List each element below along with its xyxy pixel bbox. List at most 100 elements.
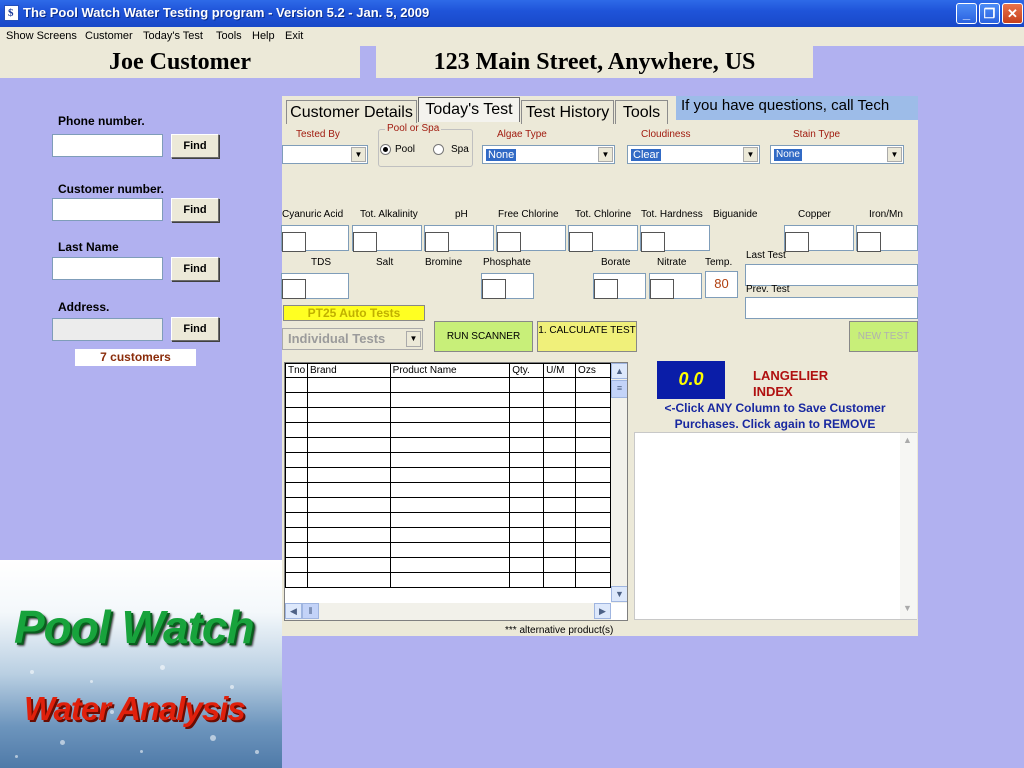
table-row[interactable]	[285, 377, 611, 393]
chevron-down-icon[interactable]: ▼	[887, 147, 902, 162]
table-row[interactable]	[285, 557, 611, 573]
last-test-field[interactable]	[745, 264, 918, 286]
close-button[interactable]: ✕	[1002, 3, 1023, 24]
address-input[interactable]	[52, 318, 163, 341]
cyanuric-acid-value[interactable]	[282, 232, 306, 252]
spa-radio[interactable]	[433, 144, 444, 155]
col-brand[interactable]: Brand	[306, 363, 391, 378]
col-ozs[interactable]: Ozs	[575, 363, 611, 378]
pool-watch-logo: Pool Watch Water Analysis	[0, 560, 282, 768]
scroll-up-icon[interactable]: ▲	[903, 435, 912, 445]
tab-todays-test[interactable]: Today's Test	[418, 97, 520, 122]
tested-by-select[interactable]: ▼	[282, 145, 368, 164]
minimize-button[interactable]: _	[956, 3, 977, 24]
table-row[interactable]	[285, 542, 611, 558]
individual-tests-label: Individual Tests	[288, 331, 386, 346]
chevron-down-icon[interactable]: ▼	[598, 147, 613, 162]
calculate-test-button[interactable]: 1. CALCULATE TEST	[537, 321, 637, 352]
table-row[interactable]	[285, 482, 611, 498]
chevron-down-icon[interactable]: ▼	[351, 147, 366, 162]
menu-show-screens[interactable]: Show Screens	[6, 30, 77, 42]
table-row[interactable]	[285, 527, 611, 543]
prev-test-field[interactable]	[745, 297, 918, 319]
table-row[interactable]	[285, 437, 611, 453]
nitrate-value[interactable]	[650, 279, 674, 299]
customer-number-label: Customer number.	[58, 182, 165, 196]
table-row[interactable]	[285, 497, 611, 513]
table-row[interactable]	[285, 407, 611, 423]
ph-value[interactable]	[425, 232, 449, 252]
find-lastname-button[interactable]: Find	[171, 257, 219, 281]
cloudiness-select[interactable]: Clear ▼	[627, 145, 760, 164]
scroll-up-icon[interactable]: ▲	[611, 363, 627, 379]
new-test-button[interactable]: NEW TEST	[849, 321, 918, 352]
borate-label: Borate	[601, 257, 631, 268]
scroll-left-icon[interactable]: ◀	[285, 603, 302, 619]
tot-hardness-label: Tot. Hardness	[641, 209, 703, 220]
chevron-down-icon[interactable]: ▼	[406, 331, 421, 347]
ph-label: pH	[455, 209, 468, 220]
restore-button[interactable]: ❐	[979, 3, 1000, 24]
h-scroll-thumb[interactable]: ⦀	[302, 603, 319, 619]
menu-todays-test[interactable]: Today's Test	[143, 30, 203, 42]
chevron-down-icon[interactable]: ▼	[743, 147, 758, 162]
tab-test-history[interactable]: Test History	[521, 100, 614, 124]
find-customer-button[interactable]: Find	[171, 198, 219, 222]
purchases-grid[interactable]: Tno Brand Product Name Qty. U/M Ozs ▲ ≡ …	[284, 362, 628, 621]
scroll-down-icon[interactable]: ▼	[611, 586, 627, 602]
find-address-button[interactable]: Find	[171, 317, 219, 341]
customer-number-input[interactable]	[52, 198, 163, 221]
last-name-input[interactable]	[52, 257, 163, 280]
algae-type-select[interactable]: None ▼	[482, 145, 615, 164]
notes-area[interactable]: ▲ ▼	[634, 432, 917, 620]
table-header-row: Tno Brand Product Name Qty. U/M Ozs	[285, 363, 611, 378]
borate-value[interactable]	[594, 279, 618, 299]
col-um[interactable]: U/M	[543, 363, 577, 378]
col-tno[interactable]: Tno	[285, 363, 308, 378]
menu-customer[interactable]: Customer	[85, 30, 133, 42]
title-bar[interactable]: $ The Pool Watch Water Testing program -…	[0, 0, 1024, 27]
iron-mn-value[interactable]	[857, 232, 881, 252]
customer-name: Joe Customer	[0, 46, 360, 78]
grid-horizontal-scrollbar[interactable]: ◀ ⦀ ▶	[285, 603, 611, 620]
individual-tests-select[interactable]: Individual Tests ▼	[282, 328, 423, 350]
table-row[interactable]	[285, 572, 611, 588]
grid-vertical-scrollbar[interactable]: ▲ ≡ ▼	[611, 363, 627, 603]
table-row[interactable]	[285, 512, 611, 528]
tab-tools[interactable]: Tools	[615, 100, 668, 124]
customer-count: 7 customers	[75, 349, 196, 366]
phosphate-value[interactable]	[482, 279, 506, 299]
table-row[interactable]	[285, 392, 611, 408]
app-icon[interactable]: $	[4, 5, 19, 21]
table-row[interactable]	[285, 467, 611, 483]
menu-help[interactable]: Help	[252, 30, 275, 42]
run-scanner-button[interactable]: RUN SCANNER	[434, 321, 533, 352]
langelier-label: LANGELIER	[753, 368, 829, 383]
tot-hardness-value[interactable]	[641, 232, 665, 252]
stain-type-select[interactable]: None ▼	[770, 145, 904, 164]
table-row[interactable]	[285, 422, 611, 438]
col-qty[interactable]: Qty.	[509, 363, 545, 378]
algae-type-label: Algae Type	[497, 129, 547, 140]
free-chlorine-value[interactable]	[497, 232, 521, 252]
pool-radio[interactable]	[380, 144, 391, 155]
tot-chlorine-value[interactable]	[569, 232, 593, 252]
scroll-down-icon[interactable]: ▼	[903, 603, 912, 613]
temp-field[interactable]: 80	[705, 271, 738, 298]
tds-value[interactable]	[282, 279, 306, 299]
tab-customer-details[interactable]: Customer Details	[286, 100, 417, 124]
pt25-auto-tests-button[interactable]: PT25 Auto Tests	[283, 305, 425, 321]
col-product-name[interactable]: Product Name	[389, 363, 511, 378]
copper-value[interactable]	[785, 232, 809, 252]
notes-scrollbar[interactable]: ▲ ▼	[900, 433, 917, 619]
phone-input[interactable]	[52, 134, 163, 157]
menu-exit[interactable]: Exit	[285, 30, 303, 42]
find-phone-button[interactable]: Find	[171, 134, 219, 158]
table-row[interactable]	[285, 452, 611, 468]
logo-water-analysis: Water Analysis	[24, 690, 246, 727]
tot-alkalinity-value[interactable]	[353, 232, 377, 252]
scroll-thumb[interactable]: ≡	[611, 380, 627, 398]
pool-radio-label: Pool	[395, 144, 416, 155]
scroll-right-icon[interactable]: ▶	[594, 603, 611, 619]
menu-tools[interactable]: Tools	[216, 30, 242, 42]
